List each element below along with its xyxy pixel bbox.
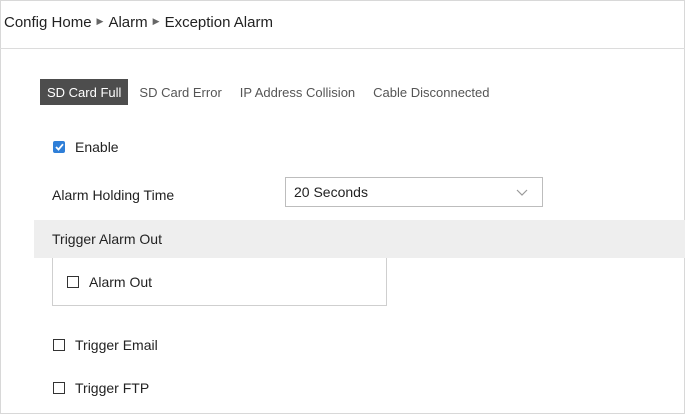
breadcrumb-divider: [0, 48, 685, 49]
trigger-alarm-out-label: Trigger Alarm Out: [52, 231, 162, 247]
tab-bar: SD Card Full SD Card Error IP Address Co…: [40, 79, 497, 105]
trigger-email-row: Trigger Email: [53, 337, 158, 353]
trigger-email-checkbox[interactable]: [53, 339, 65, 351]
alarm-holding-time-select[interactable]: 20 Seconds: [285, 177, 543, 207]
breadcrumb-separator-icon: ▶: [96, 16, 104, 26]
enable-checkbox[interactable]: [53, 141, 65, 153]
breadcrumb: Config Home ▶ Alarm ▶ Exception Alarm: [4, 14, 273, 31]
checkmark-icon: [54, 143, 64, 151]
alarm-out-checkbox[interactable]: [67, 276, 79, 288]
tab-sd-card-full[interactable]: SD Card Full: [40, 79, 129, 105]
alarm-out-label: Alarm Out: [89, 274, 153, 290]
breadcrumb-alarm[interactable]: Alarm: [108, 14, 147, 31]
tab-cable-disconnected[interactable]: Cable Disconnected: [366, 79, 496, 105]
enable-label: Enable: [75, 139, 119, 155]
trigger-ftp-row: Trigger FTP: [53, 380, 149, 396]
trigger-ftp-label: Trigger FTP: [75, 380, 150, 396]
breadcrumb-exception-alarm: Exception Alarm: [164, 14, 273, 31]
trigger-email-label: Trigger Email: [75, 337, 158, 353]
enable-row: Enable: [53, 139, 119, 155]
alarm-holding-time-label: Alarm Holding Time: [52, 187, 175, 203]
tab-ip-address-collision[interactable]: IP Address Collision: [233, 79, 362, 105]
alarm-holding-time-value: 20 Seconds: [294, 184, 368, 200]
alarm-out-row: Alarm Out: [67, 274, 152, 290]
trigger-alarm-out-header: Trigger Alarm Out: [34, 220, 685, 258]
trigger-ftp-checkbox[interactable]: [53, 382, 65, 394]
tab-sd-card-error[interactable]: SD Card Error: [132, 79, 228, 105]
chevron-down-icon: [516, 189, 528, 196]
breadcrumb-config-home[interactable]: Config Home: [4, 14, 92, 31]
breadcrumb-separator-icon: ▶: [152, 16, 160, 26]
